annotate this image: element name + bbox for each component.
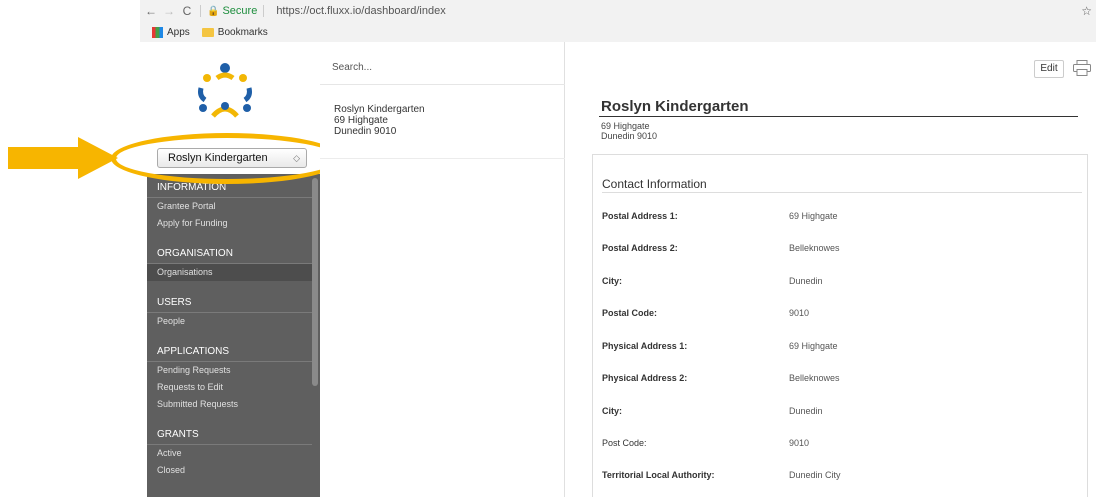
logo-icon <box>198 63 252 118</box>
list-item-line1: 69 Highgate <box>334 115 388 126</box>
section-grants: GRANTS <box>147 425 312 445</box>
field-value: Dunedin <box>789 406 823 416</box>
browser-chrome: ← → C 🔒 Secure https://oct.fluxx.io/dash… <box>140 0 1096 42</box>
field-value: Dunedin City <box>789 470 841 480</box>
field-label: Postal Address 1: <box>602 211 678 221</box>
field-row: City: Dunedin <box>593 276 1089 290</box>
field-value: 9010 <box>789 308 810 318</box>
sidebar-item-apply-for-funding[interactable]: Apply for Funding <box>147 215 312 232</box>
field-value: 69 Highgate <box>789 341 838 351</box>
org-address-line2: Dunedin 9010 <box>601 131 658 141</box>
field-row: Postal Code: 9010 <box>593 308 1089 322</box>
search-input[interactable]: Search... <box>332 62 372 73</box>
list-item-line2: Dunedin 9010 <box>334 126 397 137</box>
detail-pane: Edit Roslyn Kindergarten 69 Highgate Dun… <box>566 42 1096 497</box>
field-row: Physical Address 1: 69 Highgate <box>593 341 1089 355</box>
folder-icon <box>201 27 214 37</box>
sidebar-item-requests-to-edit[interactable]: Requests to Edit <box>147 379 312 396</box>
record-list: Search... Roslyn Kindergarten 69 Highgat… <box>320 42 565 497</box>
divider <box>200 5 201 17</box>
sidebar-scrollbar[interactable] <box>312 178 318 386</box>
list-item[interactable]: Roslyn Kindergarten 69 Highgate Dunedin … <box>334 104 425 137</box>
field-value: Dunedin <box>789 276 823 286</box>
field-label: Physical Address 2: <box>602 373 688 383</box>
contact-info-card: Contact Information Postal Address 1: 69… <box>592 154 1088 497</box>
org-address-line1: 69 Highgate <box>601 121 650 131</box>
field-row: Territorial Local Authority: Dunedin Cit… <box>593 470 1089 484</box>
field-row: Physical Address 2: Belleknowes <box>593 373 1089 387</box>
url-field[interactable]: https://oct.fluxx.io/dashboard/index <box>276 5 445 17</box>
field-value: Belleknowes <box>789 243 840 253</box>
page-title: Roslyn Kindergarten <box>601 98 749 115</box>
sidebar-item-people[interactable]: People <box>147 313 312 330</box>
reload-icon[interactable]: C <box>180 4 194 18</box>
field-row: City: Dunedin <box>593 406 1089 420</box>
field-row: Postal Address 2: Belleknowes <box>593 243 1089 257</box>
divider <box>263 5 265 17</box>
field-label: Post Code: <box>602 438 647 448</box>
back-icon[interactable]: ← <box>144 4 158 18</box>
field-label: City: <box>602 276 622 286</box>
lock-icon: 🔒 <box>207 5 220 17</box>
secure-label: Secure <box>222 5 258 17</box>
annotation-ring <box>111 133 343 184</box>
logo-area <box>147 42 320 142</box>
sidebar-item-active[interactable]: Active <box>147 445 312 462</box>
sidebar-item-closed[interactable]: Closed <box>147 462 312 479</box>
address-bar-row: ← → C 🔒 Secure https://oct.fluxx.io/dash… <box>140 0 1096 22</box>
sidebar: Roslyn Kindergarten ◇ INFORMATION Grante… <box>147 42 320 497</box>
section-organisation: ORGANISATION <box>147 244 312 264</box>
sidebar-item-organisations[interactable]: Organisations <box>147 264 312 281</box>
sidebar-item-pending-requests[interactable]: Pending Requests <box>147 362 312 379</box>
section-users: USERS <box>147 293 312 313</box>
field-value: Belleknowes <box>789 373 840 383</box>
field-label: Physical Address 1: <box>602 341 688 351</box>
field-label: Territorial Local Authority: <box>602 470 715 480</box>
print-icon[interactable] <box>1073 60 1091 76</box>
bookmark-bookmarks[interactable]: Bookmarks <box>218 27 268 38</box>
bookmarks-bar: Apps Bookmarks <box>140 22 268 42</box>
field-row: Postal Address 1: 69 Highgate <box>593 211 1089 225</box>
divider <box>320 84 565 85</box>
forward-icon[interactable]: → <box>162 4 176 18</box>
apps-grid-icon <box>152 26 163 38</box>
list-item-name: Roslyn Kindergarten <box>334 104 425 115</box>
field-value: 9010 <box>789 438 810 448</box>
sidebar-item-grantee-portal[interactable]: Grantee Portal <box>147 198 312 215</box>
divider <box>599 116 1078 117</box>
field-label: Postal Address 2: <box>602 243 678 253</box>
sidebar-item-submitted-requests[interactable]: Submitted Requests <box>147 396 312 413</box>
field-label: City: <box>602 406 622 416</box>
field-row: Post Code: 9010 <box>593 438 1089 452</box>
section-applications: APPLICATIONS <box>147 342 312 362</box>
divider <box>602 192 1082 193</box>
edit-button[interactable]: Edit <box>1034 60 1064 78</box>
field-value: 69 Highgate <box>789 211 838 221</box>
annotation-arrow-icon <box>8 137 118 179</box>
card-title: Contact Information <box>602 177 707 191</box>
field-label: Postal Code: <box>602 308 658 318</box>
divider <box>320 158 565 159</box>
org-address: 69 Highgate Dunedin 9010 <box>601 121 657 141</box>
bookmark-apps[interactable]: Apps <box>167 27 190 38</box>
sidebar-menu: INFORMATION Grantee Portal Apply for Fun… <box>147 178 312 479</box>
bookmark-star-icon[interactable]: ☆ <box>1081 4 1092 18</box>
